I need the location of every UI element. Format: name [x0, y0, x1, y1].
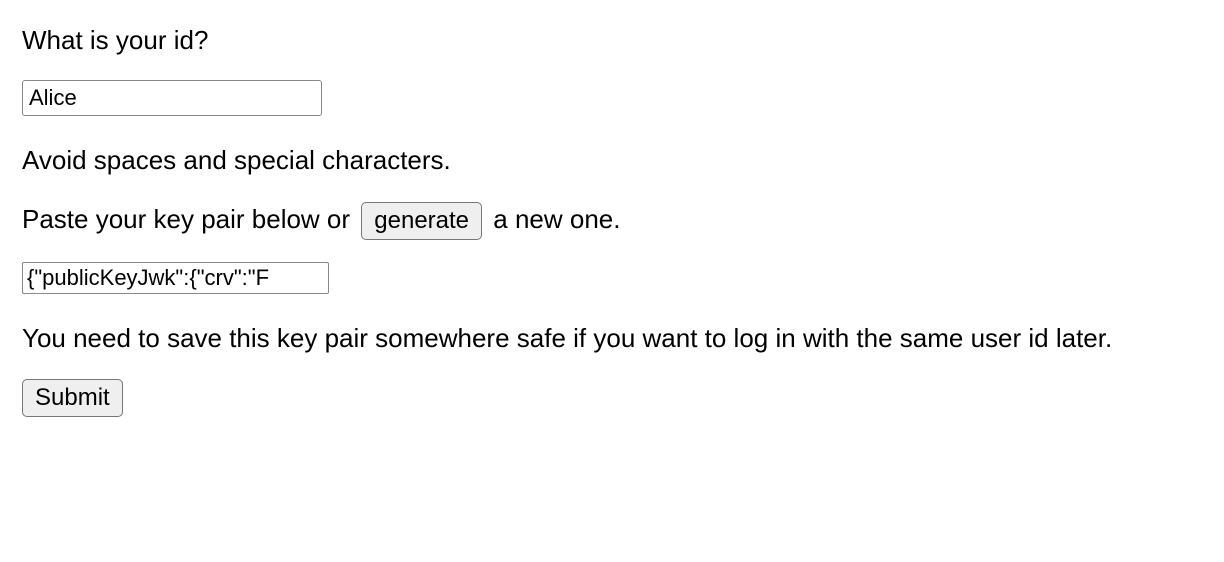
id-hint: Avoid spaces and special characters. — [22, 142, 1202, 178]
keypair-instruction: Paste your key pair below or generate a … — [22, 201, 1202, 240]
submit-button[interactable]: Submit — [22, 379, 123, 417]
keypair-input[interactable] — [22, 262, 329, 294]
id-input[interactable] — [22, 80, 322, 116]
id-prompt: What is your id? — [22, 22, 1202, 58]
generate-button[interactable]: generate — [361, 202, 482, 240]
paste-prefix: Paste your key pair below or — [22, 204, 357, 234]
save-note: You need to save this key pair somewhere… — [22, 320, 1202, 356]
paste-suffix: a new one. — [486, 204, 620, 234]
